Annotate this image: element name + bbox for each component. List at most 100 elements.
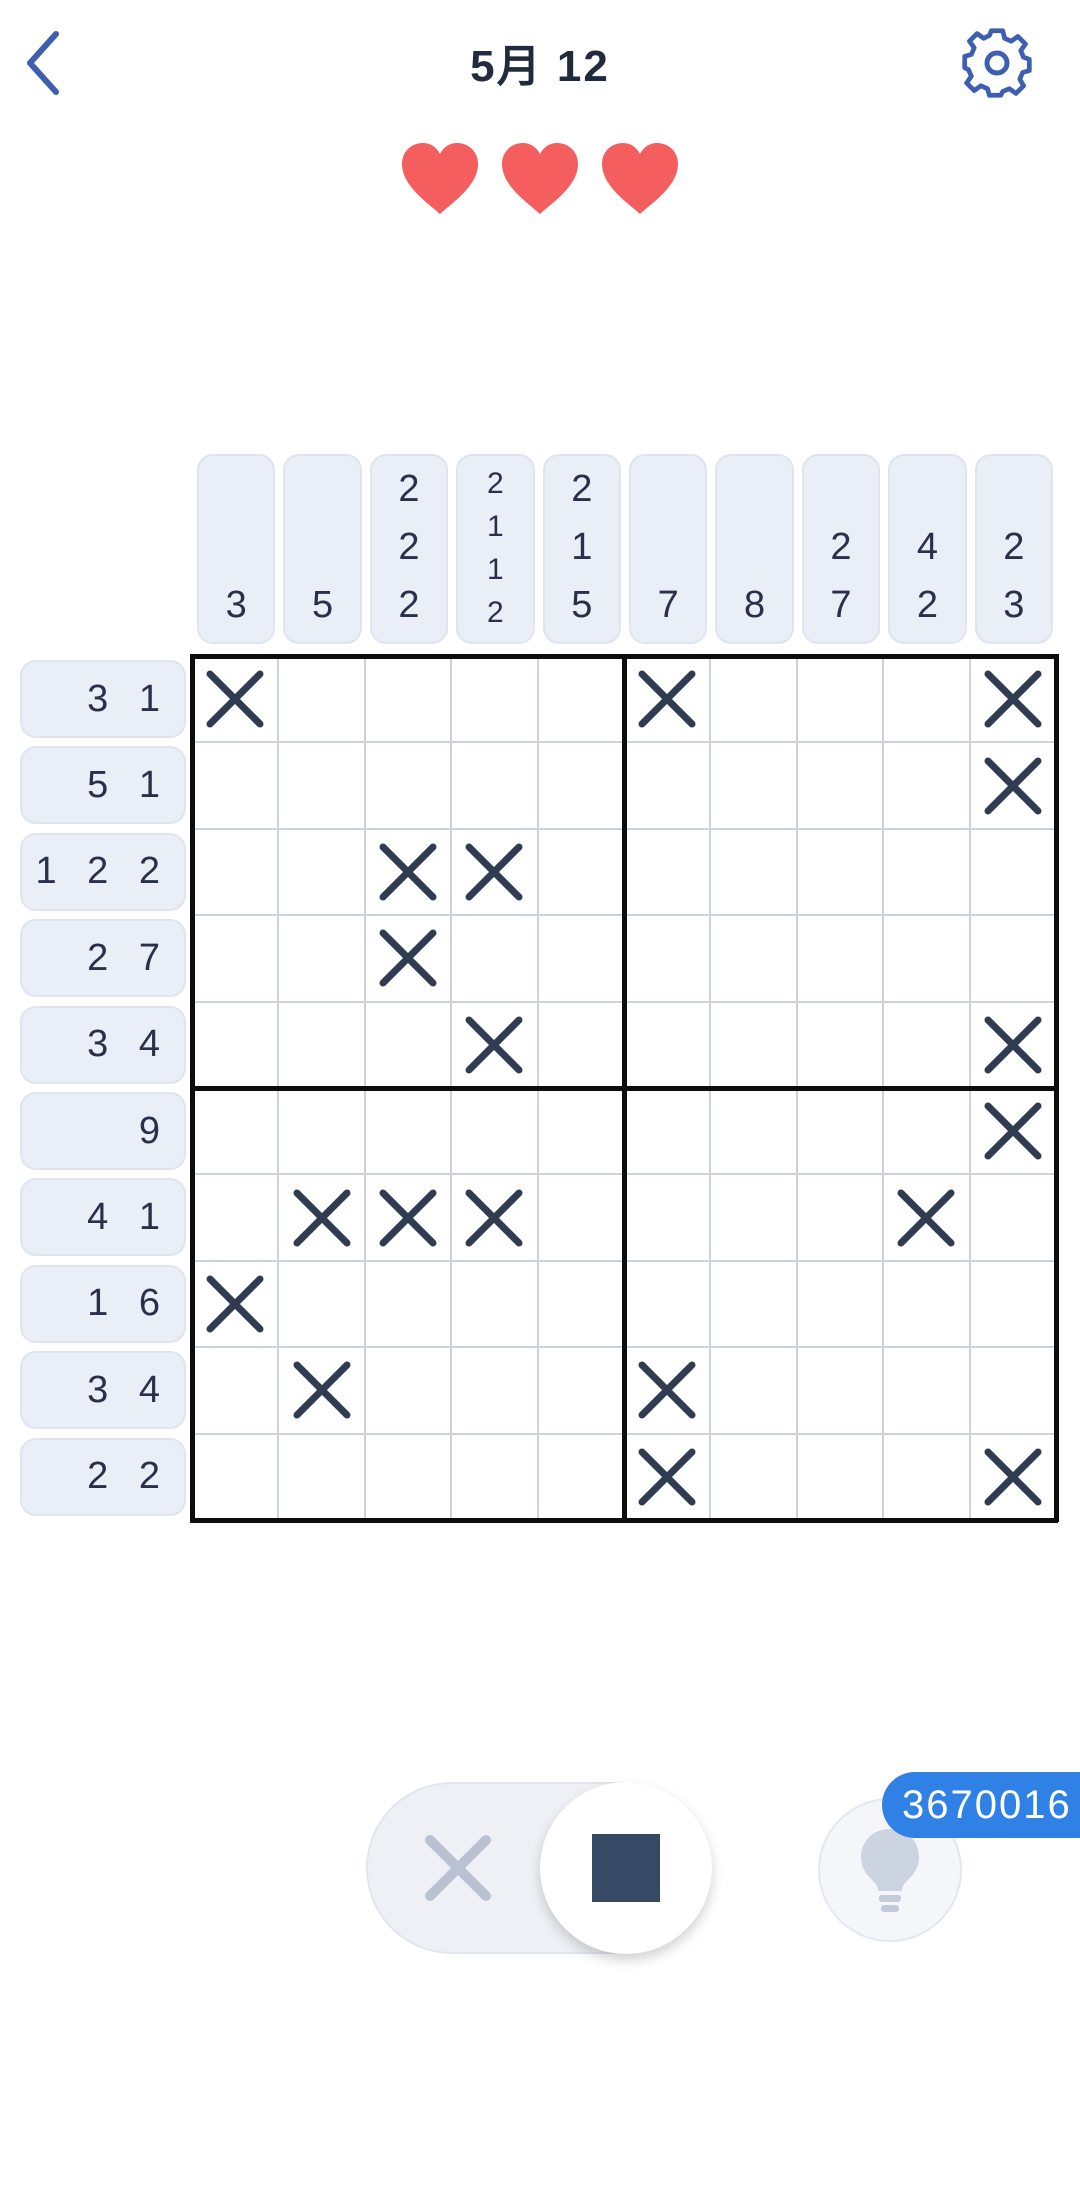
grid-cell[interactable] <box>538 915 624 1001</box>
grid-cell[interactable] <box>278 915 364 1001</box>
grid-cell[interactable] <box>538 1434 624 1520</box>
grid-cell[interactable] <box>538 656 624 742</box>
grid-cell[interactable] <box>710 742 796 828</box>
grid-cell[interactable] <box>883 915 969 1001</box>
grid-cell[interactable] <box>970 829 1056 915</box>
grid-cell[interactable] <box>970 1347 1056 1433</box>
grid-cell[interactable] <box>797 915 883 1001</box>
cross-mark-icon <box>638 670 696 728</box>
grid-cell[interactable] <box>538 829 624 915</box>
mode-cross-button[interactable] <box>420 1830 496 1906</box>
cross-mark-icon <box>465 1016 523 1074</box>
grid-cell[interactable] <box>710 1261 796 1347</box>
grid-cell[interactable] <box>797 742 883 828</box>
grid-cell[interactable] <box>192 1088 278 1174</box>
grid-cell[interactable] <box>710 915 796 1001</box>
grid-cell[interactable] <box>451 742 537 828</box>
grid-cell[interactable] <box>278 1434 364 1520</box>
puzzle-grid[interactable] <box>189 653 1064 1528</box>
grid-cell[interactable] <box>278 1002 364 1088</box>
grid-cell[interactable] <box>538 742 624 828</box>
grid-cell[interactable] <box>883 1434 969 1520</box>
cross-mark-icon <box>465 1189 523 1247</box>
grid-cell[interactable] <box>624 742 710 828</box>
column-clue-number: 1 <box>487 510 504 543</box>
grid-cell[interactable] <box>710 1174 796 1260</box>
grid-cell[interactable] <box>624 829 710 915</box>
grid-line <box>190 1517 1058 1523</box>
lives-indicator <box>398 140 682 220</box>
grid-cell[interactable] <box>278 656 364 742</box>
grid-cell[interactable] <box>710 829 796 915</box>
grid-cell[interactable] <box>365 1434 451 1520</box>
grid-cell[interactable] <box>710 656 796 742</box>
grid-cell[interactable] <box>970 1174 1056 1260</box>
grid-cell[interactable] <box>710 1434 796 1520</box>
grid-cell[interactable] <box>710 1088 796 1174</box>
grid-cell[interactable] <box>192 1434 278 1520</box>
grid-cell[interactable] <box>883 1002 969 1088</box>
grid-cell[interactable] <box>192 1002 278 1088</box>
cross-mark-icon <box>379 929 437 987</box>
grid-cell[interactable] <box>538 1002 624 1088</box>
grid-cell[interactable] <box>797 1088 883 1174</box>
grid-cell[interactable] <box>192 1174 278 1260</box>
grid-cell[interactable] <box>624 1261 710 1347</box>
grid-cell[interactable] <box>624 1002 710 1088</box>
grid-cell[interactable] <box>365 742 451 828</box>
row-clue: 4 1 <box>20 1178 186 1257</box>
grid-cell[interactable] <box>624 915 710 1001</box>
grid-cell[interactable] <box>278 829 364 915</box>
grid-cell[interactable] <box>797 829 883 915</box>
grid-cell[interactable] <box>365 1347 451 1433</box>
grid-cell[interactable] <box>278 1261 364 1347</box>
grid-cell[interactable] <box>797 656 883 742</box>
grid-cell[interactable] <box>883 742 969 828</box>
grid-cell[interactable] <box>278 1088 364 1174</box>
grid-cell[interactable] <box>538 1088 624 1174</box>
grid-cell[interactable] <box>538 1174 624 1260</box>
grid-cell[interactable] <box>451 1261 537 1347</box>
grid-cell[interactable] <box>797 1434 883 1520</box>
grid-cell[interactable] <box>970 1261 1056 1347</box>
grid-cell[interactable] <box>797 1347 883 1433</box>
grid-cell[interactable] <box>624 1088 710 1174</box>
grid-cell[interactable] <box>883 1347 969 1433</box>
grid-cell[interactable] <box>883 829 969 915</box>
grid-cell[interactable] <box>883 1261 969 1347</box>
grid-cell[interactable] <box>192 1347 278 1433</box>
grid-cell[interactable] <box>451 1434 537 1520</box>
grid-cell[interactable] <box>451 915 537 1001</box>
grid-cell[interactable] <box>365 1261 451 1347</box>
grid-cell[interactable] <box>883 1088 969 1174</box>
mode-fill-button[interactable] <box>540 1782 712 1954</box>
grid-cell[interactable] <box>710 1002 796 1088</box>
settings-button[interactable] <box>960 26 1034 100</box>
grid-cell[interactable] <box>451 656 537 742</box>
grid-cell[interactable] <box>192 829 278 915</box>
grid-cell[interactable] <box>278 742 364 828</box>
cross-mark-icon <box>984 670 1042 728</box>
grid-cell[interactable] <box>365 656 451 742</box>
grid-cell[interactable] <box>970 915 1056 1001</box>
grid-cell[interactable] <box>624 1174 710 1260</box>
grid-cell[interactable] <box>797 1261 883 1347</box>
grid-line <box>190 1085 1058 1091</box>
cross-mark-icon <box>984 1102 1042 1160</box>
grid-cell[interactable] <box>192 915 278 1001</box>
grid-cell[interactable] <box>538 1347 624 1433</box>
grid-cell[interactable] <box>451 1347 537 1433</box>
grid-cell[interactable] <box>710 1347 796 1433</box>
grid-cell[interactable] <box>365 1002 451 1088</box>
mode-toggle[interactable] <box>366 1782 712 1954</box>
grid-cell[interactable] <box>538 1261 624 1347</box>
grid-cell[interactable] <box>883 656 969 742</box>
row-clue: 3 4 <box>20 1351 186 1430</box>
grid-cell[interactable] <box>451 1088 537 1174</box>
grid-cell[interactable] <box>365 1088 451 1174</box>
grid-cell[interactable] <box>797 1002 883 1088</box>
column-clue-number: 1 <box>487 553 504 586</box>
column-clue-number: 7 <box>830 584 852 626</box>
grid-cell[interactable] <box>797 1174 883 1260</box>
grid-cell[interactable] <box>192 742 278 828</box>
